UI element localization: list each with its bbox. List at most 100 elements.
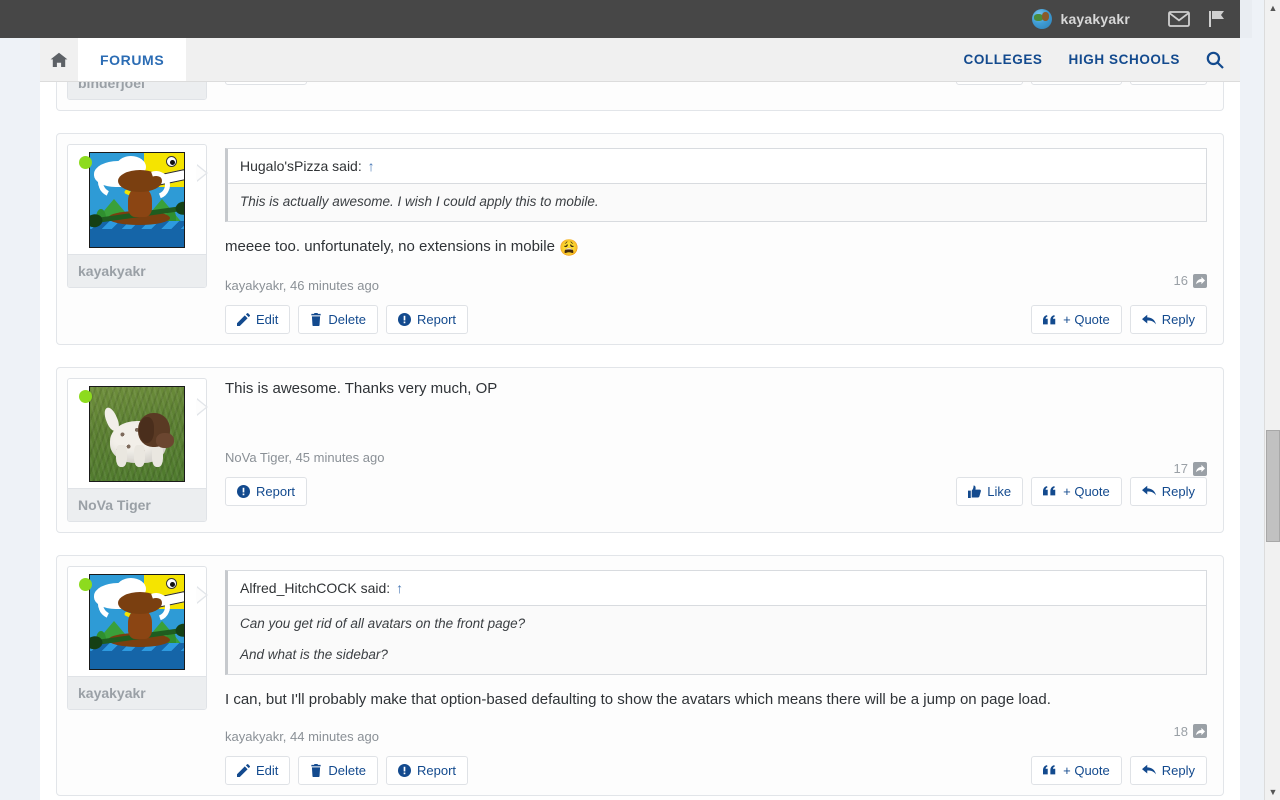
post-body: Hugalo'sPizza said: ↑ This is actually a…: [207, 144, 1213, 335]
report-button-label: Report: [416, 762, 457, 778]
post-byline: kayakyakr, 44 minutes ago: [225, 728, 379, 744]
nav-link-high-schools[interactable]: HIGH SCHOOLS: [1069, 52, 1180, 67]
globe-avatar-icon: [1032, 9, 1053, 29]
scroll-up-arrow-icon[interactable]: ▲: [1265, 0, 1280, 16]
like-button[interactable]: Like: [956, 82, 1024, 85]
post-byline: NoVa Tiger, 45 minutes ago: [225, 449, 385, 465]
scrollbar-thumb[interactable]: [1266, 430, 1280, 542]
quote-button-label: + Quote: [1063, 762, 1110, 778]
quote-header[interactable]: Alfred_HitchCOCK said: ↑: [228, 571, 1206, 607]
nav-link-colleges[interactable]: COLLEGES: [963, 52, 1042, 67]
tab-forums[interactable]: FORUMS: [78, 38, 187, 81]
report-button-label: Report: [256, 483, 296, 499]
topbar-left-filler: [0, 0, 40, 38]
share-icon[interactable]: [1193, 273, 1207, 288]
quote-button[interactable]: + Quote: [1031, 305, 1122, 335]
flag-icon[interactable]: [1208, 10, 1226, 28]
puppy-photo-avatar-icon: [89, 386, 185, 483]
quote-author-label: Hugalo'sPizza said:: [240, 158, 362, 174]
envelope-icon[interactable]: [1168, 11, 1190, 27]
home-icon[interactable]: [40, 38, 78, 81]
post-item: binderjoel binderjoel, 48 minutes ago 15: [56, 82, 1224, 111]
report-button[interactable]: Report: [385, 305, 469, 335]
quote-button[interactable]: + Quote: [1031, 476, 1122, 506]
post-number[interactable]: 16: [1174, 273, 1207, 288]
post-message: meeee too. unfortunately, no extensions …: [225, 236, 1207, 260]
post-number-label: 16: [1173, 273, 1188, 289]
delete-button[interactable]: Delete: [298, 755, 378, 785]
post-message-text: meeee too. unfortunately, no extensions …: [225, 238, 555, 255]
reply-button-label: Reply: [1161, 312, 1195, 328]
report-button[interactable]: Report: [385, 755, 469, 785]
reply-button[interactable]: Reply: [1129, 82, 1207, 85]
post-item: kayakyakr Hugalo'sPizza said: ↑ This is …: [56, 133, 1224, 346]
page-scrollbar[interactable]: ▲ ▼: [1264, 0, 1280, 800]
post-author-name[interactable]: NoVa Tiger: [68, 488, 206, 522]
quote-button[interactable]: + Quote: [1031, 755, 1122, 785]
edit-button-label: Edit: [256, 762, 279, 778]
post-body: binderjoel, 48 minutes ago 15: [207, 82, 1213, 100]
share-icon[interactable]: [1193, 724, 1207, 739]
post-actions: Report Like: [225, 82, 1207, 85]
scroll-down-arrow-icon[interactable]: ▼: [1265, 784, 1280, 800]
post-item: NoVa Tiger This is awesome. Thanks very …: [56, 367, 1224, 534]
reply-button[interactable]: Reply: [1129, 305, 1207, 335]
post-number[interactable]: 18: [1174, 724, 1207, 739]
quote-paragraph: Can you get rid of all avatars on the fr…: [240, 616, 526, 632]
quote-paragraph: This is actually awesome. I wish I could…: [240, 194, 599, 209]
quote-block: Hugalo'sPizza said: ↑ This is actually a…: [225, 148, 1207, 222]
search-icon[interactable]: [1206, 51, 1224, 69]
edit-button-label: Edit: [256, 312, 279, 328]
quote-header[interactable]: Hugalo'sPizza said: ↑: [228, 149, 1206, 184]
edit-button[interactable]: Edit: [225, 305, 291, 335]
like-button[interactable]: Like: [956, 476, 1024, 506]
sad-emoji-icon: 😩: [559, 240, 580, 257]
reply-button-label: Reply: [1161, 762, 1195, 778]
avatar[interactable]: kayakyakr: [67, 144, 207, 288]
post-actions: Edit Delete Report + Quote Reply: [225, 305, 1207, 335]
post-actions: Edit Delete Report + Quote Reply: [225, 755, 1207, 785]
reply-button[interactable]: Reply: [1129, 755, 1207, 785]
delete-button-label: Delete: [328, 762, 366, 778]
avatar-image-wrap: [68, 379, 206, 488]
quote-body: Can you get rid of all avatars on the fr…: [228, 606, 1206, 674]
delete-button-label: Delete: [328, 312, 366, 328]
edit-button[interactable]: Edit: [225, 755, 291, 785]
post-author-column: kayakyakr: [67, 144, 207, 334]
quote-author-label: Alfred_HitchCOCK said:: [240, 580, 391, 597]
post-byline: kayakyakr, 46 minutes ago: [225, 278, 379, 294]
quote-button-label: + Quote: [1063, 483, 1110, 499]
avatar[interactable]: NoVa Tiger: [67, 378, 207, 523]
delete-button[interactable]: Delete: [298, 305, 378, 335]
quote-button[interactable]: + Quote: [1031, 82, 1122, 85]
post-author-column: kayakyakr: [67, 566, 207, 785]
post-number[interactable]: 17: [1174, 461, 1207, 476]
report-button-label: Report: [416, 312, 457, 328]
post-message: I can, but I'll probably make that optio…: [225, 691, 1051, 709]
quote-button-label: + Quote: [1063, 312, 1110, 328]
like-button-label: Like: [987, 483, 1012, 499]
post-author-name[interactable]: kayakyakr: [68, 254, 206, 287]
post-body: Alfred_HitchCOCK said: ↑ Can you get rid…: [207, 566, 1213, 785]
reply-button[interactable]: Reply: [1129, 476, 1207, 506]
quote-body: This is actually awesome. I wish I could…: [228, 184, 1206, 221]
post-number-label: 17: [1173, 461, 1188, 477]
quote-jump-arrow-icon[interactable]: ↑: [396, 580, 403, 596]
post-author-name[interactable]: kayakyakr: [68, 676, 206, 710]
quote-jump-arrow-icon[interactable]: ↑: [368, 158, 375, 174]
online-status-dot: [79, 156, 92, 169]
kayak-cartoon-avatar-icon: [89, 574, 185, 671]
avatar[interactable]: kayakyakr: [67, 566, 207, 711]
account-menu[interactable]: kayakyakr: [1032, 9, 1130, 29]
post-body: This is awesome. Thanks very much, OP No…: [207, 378, 1213, 522]
post-author-name[interactable]: binderjoel: [68, 82, 206, 99]
post-list: binderjoel binderjoel, 48 minutes ago 15: [40, 82, 1240, 796]
report-button[interactable]: Report: [225, 82, 308, 85]
avatar-image-wrap: [68, 145, 206, 254]
share-icon[interactable]: [1193, 461, 1207, 476]
post-author-column: binderjoel: [67, 82, 207, 100]
quote-paragraph: And what is the sidebar?: [240, 647, 388, 663]
top-user-bar: kayakyakr: [40, 0, 1240, 38]
avatar[interactable]: binderjoel: [67, 82, 207, 100]
report-button[interactable]: Report: [225, 476, 308, 506]
